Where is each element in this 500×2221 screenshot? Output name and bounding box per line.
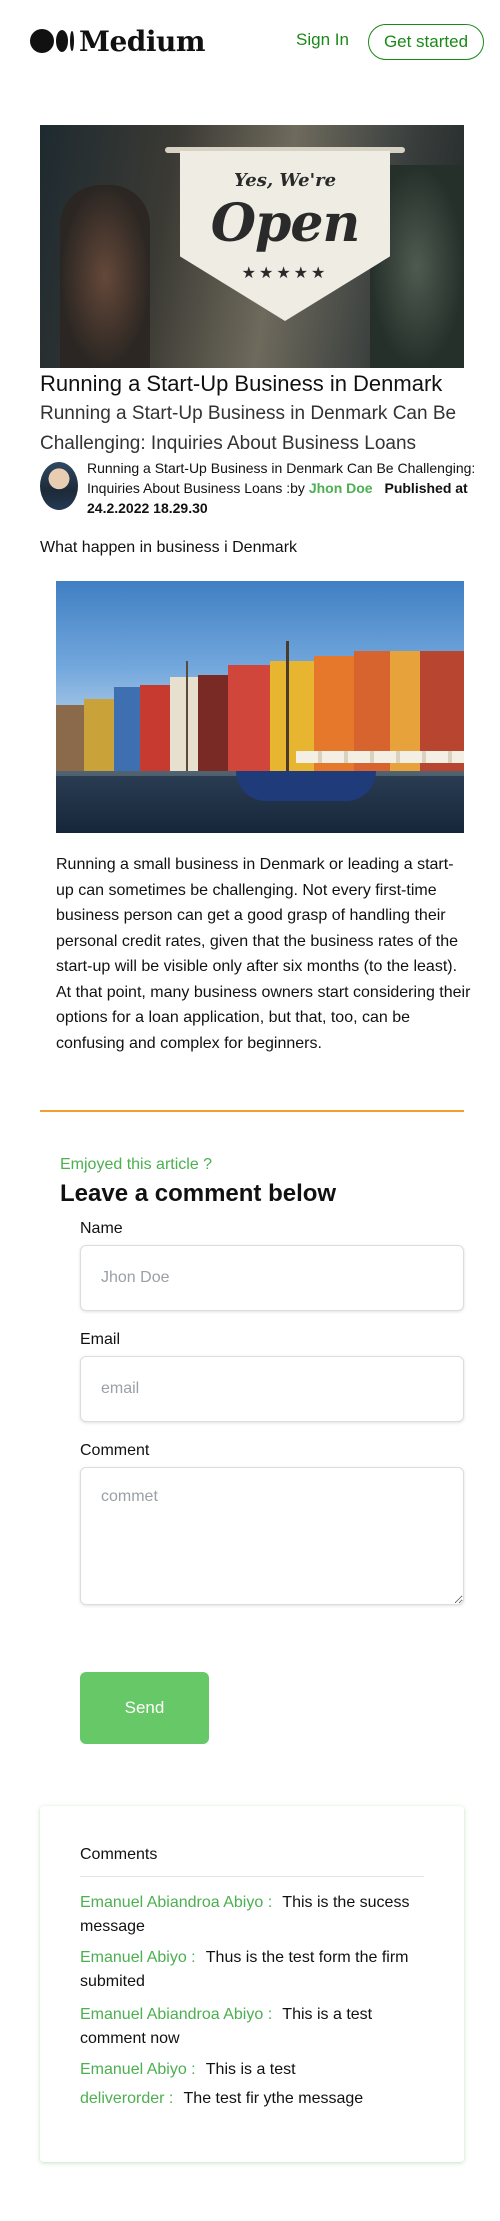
brand-name: Medium [79, 24, 206, 58]
sign-text-line2: Open [210, 193, 361, 254]
author-link[interactable]: Jhon Doe [309, 480, 373, 496]
hero-image: Yes, We're Open ★★★★★ [40, 125, 464, 368]
comment-author: Emanuel Abiandroa Abiyo : [80, 1894, 273, 1911]
author-avatar[interactable] [40, 462, 78, 510]
sign-text-line1: Yes, We're [233, 170, 337, 191]
medium-logo[interactable]: Medium [30, 24, 206, 58]
article-photo [56, 581, 464, 833]
byline: Running a Start-Up Business in Denmark C… [87, 458, 477, 518]
top-nav: Medium Sign In Get started [0, 0, 500, 86]
medium-logo-icon [30, 29, 74, 53]
sign-stars: ★★★★★ [241, 265, 329, 282]
get-started-button[interactable]: Get started [368, 24, 484, 60]
comment-author: Emanuel Abiandroa Abiyo : [80, 2006, 273, 2023]
article-lead: What happen in business i Denmark [40, 539, 298, 556]
name-input[interactable] [80, 1245, 464, 1311]
comment-item: Emanuel Abiyo : This is a test [80, 2058, 440, 2082]
send-button[interactable]: Send [80, 1672, 209, 1744]
comment-textarea[interactable] [80, 1467, 464, 1605]
enjoyed-prompt: Emjoyed this article ? [60, 1156, 213, 1173]
comment-item: Emanuel Abiandroa Abiyo : This is a test… [80, 2003, 440, 2051]
comment-text: This is a test [205, 2061, 296, 2078]
comment-label: Comment [80, 1442, 150, 1459]
comment-author: Emanuel Abiyo : [80, 2061, 196, 2078]
section-divider [40, 1110, 464, 1112]
sign-in-link[interactable]: Sign In [296, 30, 349, 50]
comments-divider [80, 1876, 424, 1877]
comment-item: deliverorder : The test fir ythe message [80, 2087, 440, 2111]
comment-author: deliverorder : [80, 2090, 174, 2107]
comments-heading: Comments [80, 1846, 158, 1863]
article-title: Running a Start-Up Business in Denmark [40, 371, 443, 396]
name-label: Name [80, 1220, 123, 1237]
email-label: Email [80, 1331, 121, 1348]
article-body: Running a small business in Denmark or l… [56, 856, 471, 1052]
comment-item: Emanuel Abiyo : Thus is the test form th… [80, 1946, 440, 1994]
email-input[interactable] [80, 1356, 464, 1422]
comment-text: The test fir ythe message [183, 2090, 364, 2107]
article-subtitle: Running a Start-Up Business in Denmark C… [40, 403, 457, 454]
comments-panel: Comments Emanuel Abiandroa Abiyo : This … [40, 1806, 464, 2162]
comment-author: Emanuel Abiyo : [80, 1949, 196, 1966]
comment-form-title: Leave a comment below [60, 1180, 337, 1207]
comment-item: Emanuel Abiandroa Abiyo : This is the su… [80, 1891, 440, 1939]
